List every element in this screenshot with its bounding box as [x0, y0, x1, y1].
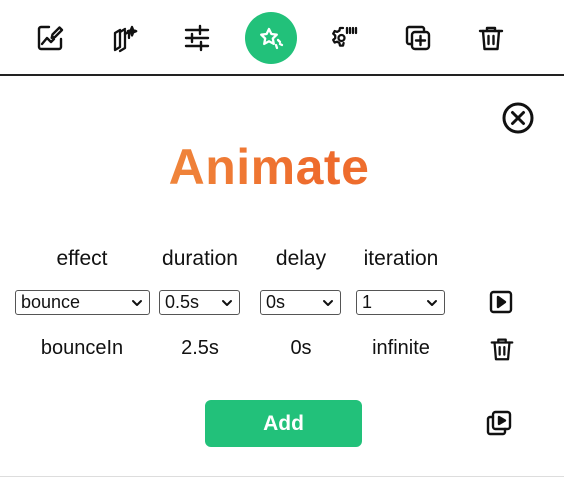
- chevron-down-icon: [427, 300, 437, 306]
- trash-icon: [478, 26, 504, 51]
- play-icon: [489, 290, 513, 314]
- sliders-icon: [184, 24, 210, 52]
- header-duration: duration: [162, 247, 238, 270]
- delay-select-value: 0s: [266, 292, 286, 312]
- duration-select[interactable]: 0.5s: [159, 290, 240, 315]
- magic-layers-button[interactable]: [98, 12, 150, 64]
- close-circle-icon: [502, 102, 534, 134]
- play-button[interactable]: [486, 287, 516, 317]
- header-delay: delay: [275, 247, 327, 270]
- star-sparkle-icon: [260, 27, 284, 50]
- header-effect: effect: [56, 247, 108, 270]
- chevron-down-icon: [222, 300, 232, 306]
- row-duration: 2.5s: [181, 337, 219, 359]
- row-effect: bounceIn: [40, 337, 124, 359]
- chevron-down-icon: [132, 300, 142, 306]
- adjustments-button[interactable]: [171, 12, 223, 64]
- edit-image-button[interactable]: [24, 12, 76, 64]
- toolbar: [0, 0, 564, 75]
- animate-button[interactable]: [245, 12, 297, 64]
- preview-play-icon: [486, 410, 512, 436]
- preview-button[interactable]: [484, 408, 514, 438]
- trash-icon: [490, 338, 514, 361]
- toolbar-divider: [0, 74, 564, 76]
- add-button[interactable]: Add: [205, 400, 362, 447]
- panel-title: Animate: [0, 138, 538, 196]
- effect-select[interactable]: bounce: [15, 290, 150, 315]
- magic-layers-icon: [113, 25, 138, 53]
- row-delete-button[interactable]: [487, 334, 517, 364]
- effects-settings-button[interactable]: [318, 12, 370, 64]
- close-button[interactable]: [500, 100, 536, 136]
- delete-button[interactable]: [465, 12, 517, 64]
- edit-image-icon: [37, 25, 64, 51]
- effect-select-value: bounce: [21, 292, 81, 312]
- iteration-select[interactable]: 1: [356, 290, 445, 315]
- header-iteration: iteration: [363, 247, 439, 270]
- chevron-down-icon: [323, 300, 333, 306]
- duration-select-value: 0.5s: [165, 292, 200, 312]
- duplicate-add-icon: [405, 25, 431, 51]
- row-delay: 0s: [290, 337, 312, 359]
- iteration-select-value: 1: [362, 292, 373, 312]
- bottom-divider: [0, 476, 564, 477]
- gear-barcode-icon: [332, 26, 358, 47]
- delay-select[interactable]: 0s: [260, 290, 341, 315]
- row-iteration: infinite: [372, 337, 430, 359]
- duplicate-button[interactable]: [392, 12, 444, 64]
